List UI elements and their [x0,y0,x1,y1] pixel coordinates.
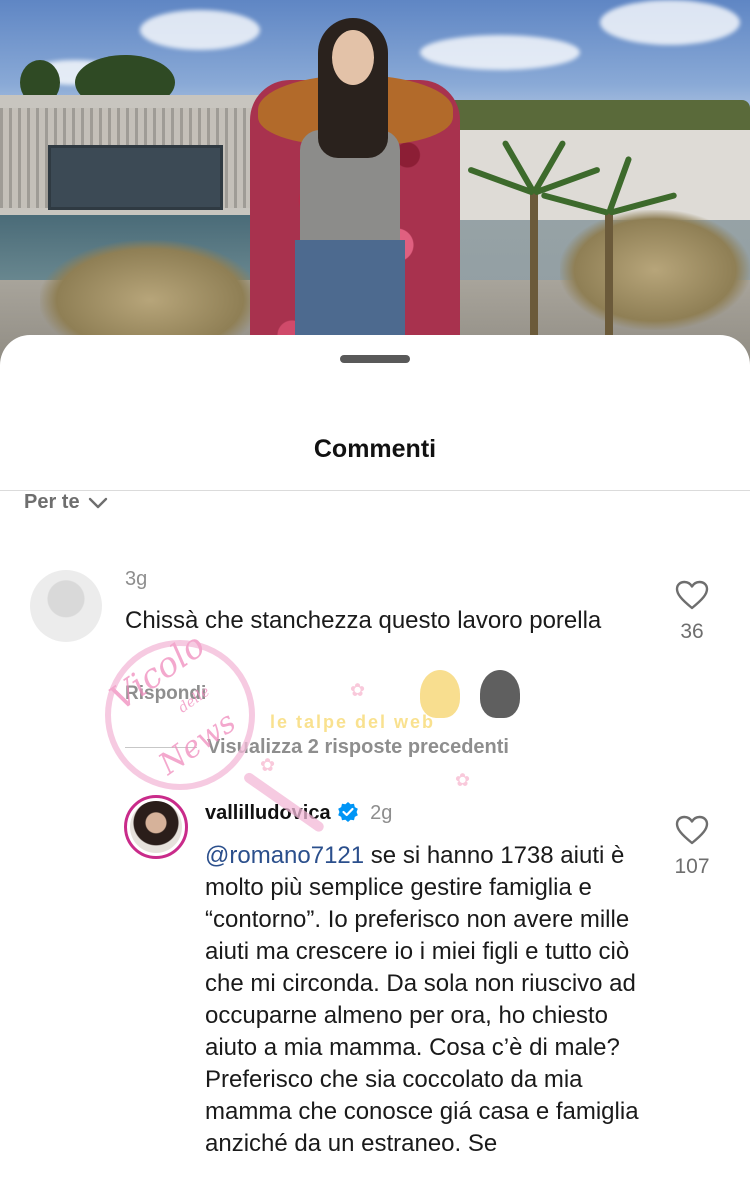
view-previous-replies-label: Visualizza 2 risposte precedenti [207,736,509,758]
avatar[interactable] [30,570,102,642]
like-count: 36 [680,620,704,643]
verified-badge-icon [337,802,358,822]
sheet-title: Commenti [313,435,437,463]
comment-body: se si hanno 1738 aiuti è molto più sempl… [205,842,639,1157]
view-previous-replies-button[interactable]: Visualizza 2 risposte precedenti [125,736,509,759]
header-divider [0,490,750,491]
like-count: 107 [674,855,710,878]
filter-label: Per te [24,491,80,513]
comment-time: 2g [370,802,393,824]
heart-outline-icon [675,580,709,610]
comment-text: Chissà che stanchezza questo lavoro pore… [125,607,602,634]
comment-item: 3g Chissà che stanchezza questo lavoro p… [0,560,750,770]
post-photo-background [0,0,750,380]
chevron-down-icon [88,497,107,508]
sort-filter-dropdown[interactable]: Per te [24,491,108,514]
comment-text: @romano7121 se si hanno 1738 aiuti è mol… [205,840,645,1160]
like-button[interactable]: 107 [662,815,722,879]
avatar[interactable] [124,795,188,859]
reply-button[interactable]: Rispondi [125,683,206,705]
like-button[interactable]: 36 [662,580,722,644]
comment-username[interactable]: vallilludovica [205,802,331,824]
heart-outline-icon [675,815,709,845]
thread-line [125,747,197,748]
comment-time: 3g [125,568,148,590]
reply-comment-item: vallilludovica 2g @romano7121 se si hann… [0,795,750,1200]
mention-link[interactable]: @romano7121 [205,842,364,869]
drag-handle[interactable] [340,355,410,363]
